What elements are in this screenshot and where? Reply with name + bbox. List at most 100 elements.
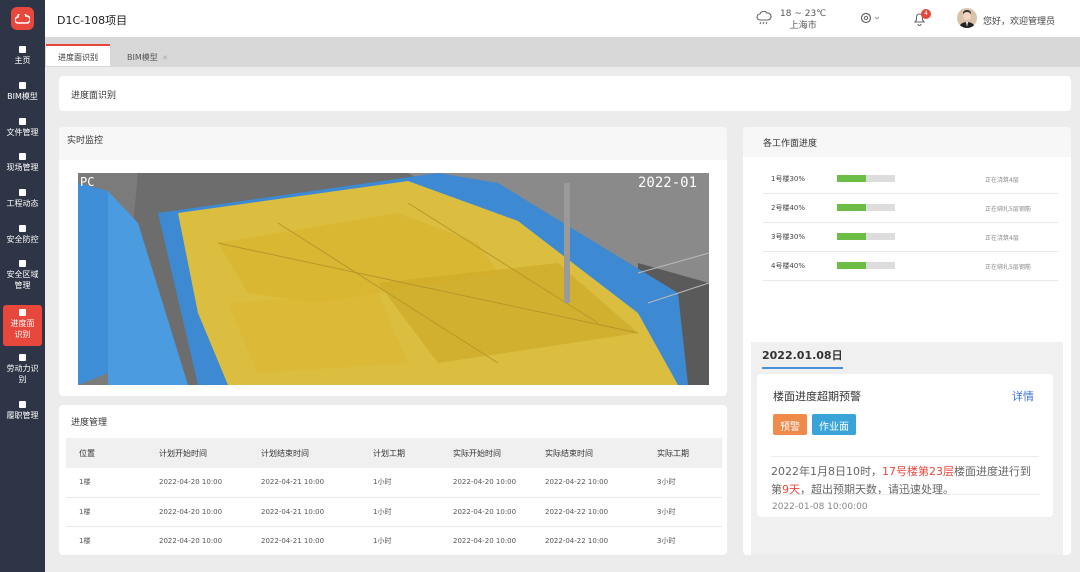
news-icon <box>19 189 26 196</box>
monitor-header: 实时监控 <box>59 127 727 160</box>
sidebar-item-bim[interactable]: BIM模型 <box>3 82 42 108</box>
avatar[interactable] <box>957 8 977 28</box>
work-progress-status: 正在绑扎5层钢筋 <box>985 264 1031 271</box>
table-row[interactable]: 1楼 2022-04-20 10:00 2022-04-21 10:00 1小时… <box>66 526 722 556</box>
tab-label: BIM模型 <box>127 53 158 62</box>
work-progress-status: 正在绑扎5层钢筋 <box>985 206 1031 213</box>
progress-bar-fill <box>837 233 866 240</box>
weather-info: 18 ~ 23℃ 上海市 <box>780 8 826 32</box>
table-cell: 2022-04-21 10:00 <box>248 526 360 556</box>
alert-card: 楼面进度超期预警 详情 预警 作业面 2022年1月8日10时，17号楼第23层… <box>757 374 1053 517</box>
table-cell: 2022-04-22 10:00 <box>532 526 644 556</box>
work-progress-status: 正在浇筑4层 <box>985 177 1019 184</box>
bim-icon <box>19 82 26 89</box>
sidebar-item-label: 安全防控 <box>6 235 39 244</box>
table-cell: 1楼 <box>66 497 146 527</box>
weather-city: 上海市 <box>789 21 817 31</box>
alert-details-link[interactable]: 详情 <box>1012 388 1034 404</box>
sidebar-item-progress[interactable]: 进度面识别 <box>3 305 42 346</box>
tab-bar: 进度面识别 BIM模型 ✕ <box>45 37 1080 67</box>
progress-bar <box>837 204 895 211</box>
table-cell: 2022-04-20 10:00 <box>146 526 248 556</box>
work-progress-label: 4号楼40% <box>771 262 806 270</box>
gear-icon[interactable] <box>859 11 881 25</box>
table-cell: 2022-04-20 10:00 <box>440 526 532 556</box>
work-progress-row[interactable]: 1号楼30% 正在浇筑4层 <box>763 165 1058 194</box>
top-header: D1C-108项目 18 ~ 23℃ 上海市 4 您好，欢迎管理员 <box>45 0 1080 37</box>
table-row[interactable]: 1楼 2022-04-20 10:00 2022-04-21 10:00 1小时… <box>66 468 722 498</box>
work-progress-title: 各工作面进度 <box>763 139 818 149</box>
column-header: 位置 <box>66 438 146 468</box>
table-cell: 1楼 <box>66 526 146 556</box>
cloud-logo-icon <box>15 13 30 24</box>
table-cell: 3小时 <box>644 497 722 527</box>
alert-msg-highlight: 17号楼第23层 <box>882 465 954 478</box>
alert-msg-text: 2022年1月8日10时， <box>771 465 882 478</box>
work-progress-row[interactable]: 4号楼40% 正在绑扎5层钢筋 <box>763 252 1058 281</box>
close-icon[interactable]: ✕ <box>162 54 168 62</box>
table-cell: 2022-04-20 10:00 <box>146 497 248 527</box>
progress-management-card: 进度管理 位置 计划开始时间 计划结束时间 计划工期 实际开始时间 实际结束时间… <box>59 405 727 556</box>
sidebar-item-label: 主页 <box>14 56 31 65</box>
tab-bim-model[interactable]: BIM模型 ✕ <box>115 45 180 67</box>
sidebar-item-files[interactable]: 文件管理 <box>3 118 42 144</box>
sidebar-item-news[interactable]: 工程动态 <box>3 189 42 215</box>
sidebar-item-label: 安全区域管理 <box>6 270 39 290</box>
table-cell: 2022-04-21 10:00 <box>248 468 360 498</box>
progress-bar <box>837 175 895 182</box>
monitor-title: 实时监控 <box>67 136 104 146</box>
progress-bar-fill <box>837 175 866 182</box>
work-progress-status: 正在浇筑4层 <box>985 235 1019 242</box>
sidebar-item-site[interactable]: 现场管理 <box>3 153 42 179</box>
table-cell: 2022-04-22 10:00 <box>532 468 644 498</box>
work-progress-label: 1号楼30% <box>771 175 806 183</box>
sidebar-item-safety[interactable]: 安全防控 <box>3 225 42 251</box>
table-cell: 2022-04-20 10:00 <box>146 468 248 498</box>
live-video-feed[interactable]: PC 2022-01 <box>78 173 709 385</box>
alert-date: 2022.01.08日 <box>762 347 843 369</box>
shield-icon <box>19 225 26 232</box>
user-greeting[interactable]: 您好，欢迎管理员 <box>983 14 1055 27</box>
home-icon <box>19 46 26 53</box>
zone-icon <box>19 260 26 267</box>
progress-bar <box>837 233 895 240</box>
sidebar-item-label: 进度面识别 <box>10 319 35 339</box>
progress-bar <box>837 262 895 269</box>
site-icon <box>19 153 26 160</box>
table-cell: 2022-04-20 10:00 <box>440 468 532 498</box>
sidebar-item-home[interactable]: 主页 <box>3 46 42 72</box>
column-header: 实际工期 <box>644 438 722 468</box>
sidebar-item-labor[interactable]: 劳动力识别 <box>3 354 42 390</box>
sidebar-item-label: 履职管理 <box>6 411 39 420</box>
work-progress-card: 各工作面进度 1号楼30% 正在浇筑4层 2号楼40% 正在绑扎5层钢筋 3号楼… <box>743 127 1071 555</box>
work-progress-row[interactable]: 3号楼30% 正在浇筑4层 <box>763 223 1058 252</box>
work-progress-header: 各工作面进度 <box>743 127 1071 157</box>
sidebar-item-label: 劳动力识别 <box>6 364 39 384</box>
table-cell: 1小时 <box>360 526 440 556</box>
sidebar-item-duty[interactable]: 履职管理 <box>3 401 42 427</box>
column-header: 计划开始时间 <box>146 438 248 468</box>
app-logo[interactable] <box>11 7 34 30</box>
table-header-row: 位置 计划开始时间 计划结束时间 计划工期 实际开始时间 实际结束时间 实际工期 <box>66 438 722 468</box>
table-row[interactable]: 1楼 2022-04-20 10:00 2022-04-21 10:00 1小时… <box>66 497 722 527</box>
table-cell: 1小时 <box>360 468 440 498</box>
user-avatar-icon <box>959 10 975 28</box>
column-header: 计划工期 <box>360 438 440 468</box>
live-monitor-card: 实时监控 PC 2022-01 <box>59 127 727 396</box>
work-progress-label: 2号楼40% <box>771 204 806 212</box>
alert-timestamp: 2022-01-08 10:00:00 <box>772 494 1040 512</box>
tab-progress-recognition[interactable]: 进度面识别 <box>46 44 110 66</box>
notification-badge: 4 <box>921 9 931 19</box>
table-cell: 1小时 <box>360 497 440 527</box>
warning-tag: 预警 <box>773 414 807 435</box>
table-cell: 2022-04-21 10:00 <box>248 497 360 527</box>
sidebar: 主页 BIM模型 文件管理 现场管理 工程动态 安全防控 安全区域管理 进度面识… <box>0 0 45 572</box>
video-overlay-timestamp: 2022-01 <box>638 175 697 191</box>
work-progress-row[interactable]: 2号楼40% 正在绑扎5层钢筋 <box>763 194 1058 223</box>
progress-table: 位置 计划开始时间 计划结束时间 计划工期 实际开始时间 实际结束时间 实际工期… <box>66 438 722 556</box>
progress-management-title: 进度管理 <box>71 418 108 428</box>
sidebar-item-safety-zone[interactable]: 安全区域管理 <box>3 260 42 296</box>
page-title: 进度面识别 <box>71 91 117 101</box>
table-cell: 2022-04-20 10:00 <box>440 497 532 527</box>
column-header: 计划结束时间 <box>248 438 360 468</box>
